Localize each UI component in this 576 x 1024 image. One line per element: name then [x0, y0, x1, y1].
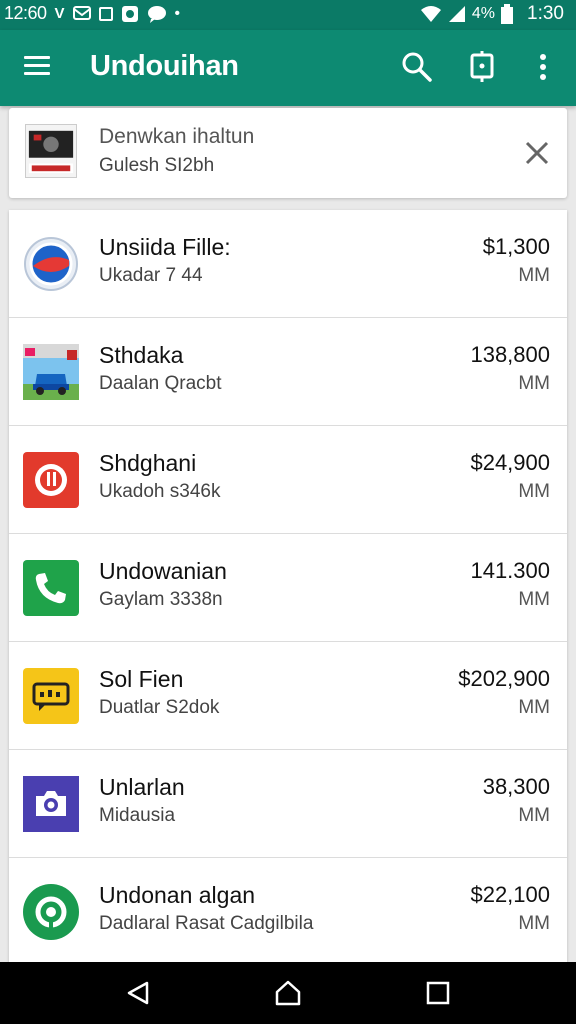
item-subtitle: Midausia	[99, 805, 176, 826]
item-title: Undowanian	[99, 558, 227, 584]
banner-title: Denwkan ihaltun	[99, 125, 255, 148]
list-item[interactable]: Undowanian Gaylam 3338n 141.300 MM	[9, 534, 567, 642]
item-price: 141.300	[470, 558, 550, 583]
more-notifications-icon: •	[174, 5, 180, 22]
message-icon	[72, 5, 91, 20]
status-left: 12:60 V •	[4, 3, 180, 24]
list-item[interactable]: Shdghani Ukadoh s346k $24,900 MM	[9, 426, 567, 534]
chat-bubble-icon	[23, 668, 79, 724]
search-icon[interactable]	[400, 50, 434, 84]
list-item[interactable]: Undonan algan Dadlaral Rasat Cadgilbila …	[9, 858, 567, 966]
item-subtitle: Ukadoh s346k	[99, 481, 221, 502]
item-title: Undonan algan	[99, 882, 256, 908]
item-price: $1,300	[482, 234, 550, 259]
item-title: Sol Fien	[99, 666, 184, 692]
item-title: Shdghani	[99, 450, 197, 476]
list-item[interactable]: Sthdaka Daalan Qracbt 138,800 MM	[9, 318, 567, 426]
battery-icon	[501, 4, 514, 24]
item-unit: MM	[518, 373, 550, 394]
status-clock: 1:30	[527, 3, 564, 24]
item-price: 138,800	[470, 342, 550, 367]
item-unit: MM	[518, 697, 550, 718]
item-subtitle: Daalan Qracbt	[99, 373, 222, 394]
green-ring-icon	[23, 884, 79, 940]
close-icon[interactable]	[523, 139, 551, 167]
overflow-menu-icon[interactable]	[526, 50, 560, 84]
app-bar: Undouihan	[0, 30, 576, 106]
item-subtitle: Gaylam 3338n	[99, 589, 223, 610]
banner-thumbnail-icon	[25, 124, 77, 178]
battery-percent: 4%	[471, 5, 496, 22]
status-bar: 12:60 V • 4% 1:30	[0, 0, 576, 30]
red-app-icon	[23, 452, 79, 508]
item-price: 38,300	[482, 774, 550, 799]
item-unit: MM	[518, 913, 550, 934]
item-unit: MM	[518, 805, 550, 826]
item-unit: MM	[518, 265, 550, 286]
circle-app-icon	[24, 237, 78, 291]
list-item[interactable]: Unlarlan Midausia 38,300 MM	[9, 750, 567, 858]
item-title: Unlarlan	[99, 774, 185, 800]
navigation-bar	[0, 962, 576, 1024]
signal-icon	[448, 6, 465, 22]
item-list: Unsiida Fille: Ukadar 7 44 $1,300 MM Sth…	[9, 210, 567, 966]
list-item[interactable]: Sol Fien Duatlar S2dok $202,900 MM	[9, 642, 567, 750]
app-notification-icon	[121, 5, 138, 22]
item-unit: MM	[518, 481, 550, 502]
carrier-label: V	[54, 5, 65, 22]
chat-notification-icon	[147, 5, 166, 23]
item-unit: MM	[518, 589, 550, 610]
banner-subtitle: Gulesh SI2bh	[99, 155, 215, 176]
item-price: $24,900	[470, 450, 550, 475]
item-subtitle: Ukadar 7 44	[99, 265, 203, 286]
item-subtitle: Dadlaral Rasat Cadgilbila	[99, 913, 314, 934]
recents-icon[interactable]	[423, 978, 453, 1008]
item-title: Sthdaka	[99, 342, 184, 368]
home-icon[interactable]	[273, 978, 303, 1008]
app-title: Undouihan	[90, 50, 239, 82]
banner-card[interactable]: Denwkan ihaltun Gulesh SI2bh	[9, 108, 567, 198]
wifi-icon	[420, 6, 441, 22]
item-title: Unsiida Fille:	[99, 234, 231, 260]
back-icon[interactable]	[123, 978, 153, 1008]
status-right: 4% 1:30	[420, 3, 564, 25]
notification-box-icon	[98, 6, 113, 21]
item-subtitle: Duatlar S2dok	[99, 697, 220, 718]
status-time: 12:60	[4, 3, 47, 23]
device-frame-icon[interactable]	[465, 50, 499, 84]
list-item[interactable]: Unsiida Fille: Ukadar 7 44 $1,300 MM	[9, 210, 567, 318]
item-price: $22,100	[470, 882, 550, 907]
phone-icon	[23, 560, 79, 616]
camera-icon	[23, 776, 79, 832]
item-price: $202,900	[458, 666, 550, 691]
menu-icon[interactable]	[24, 52, 54, 82]
car-photo-icon	[23, 344, 79, 400]
